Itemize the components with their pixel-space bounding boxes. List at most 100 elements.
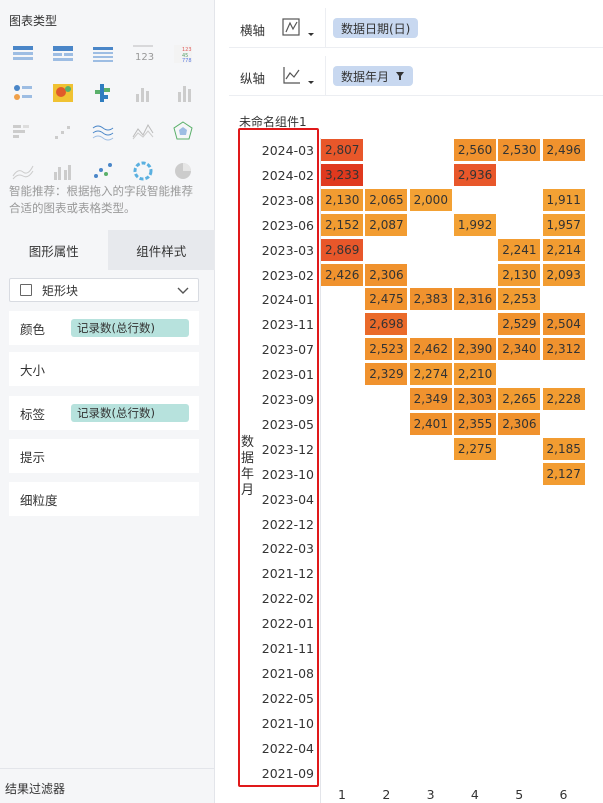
heatmap-cell[interactable]: 2,340 (498, 338, 541, 361)
wave-line-icon[interactable] (90, 119, 116, 145)
heatmap-icon[interactable] (50, 80, 76, 106)
color-field-pill[interactable]: 记录数(总行数) (71, 319, 189, 337)
heatmap-cell[interactable]: 1,957 (542, 213, 585, 236)
heatmap-cell[interactable]: 2,065 (365, 188, 408, 211)
y-axis-field-text: 数据年月 (341, 69, 390, 84)
prop-granularity-label: 细粒度 (20, 492, 58, 508)
heatmap-cell[interactable]: 1,992 (453, 213, 496, 236)
dimension-axis-icon (282, 18, 314, 36)
heatmap-cell[interactable]: 2,214 (542, 238, 585, 261)
heatmap-cell[interactable]: 2,936 (453, 163, 496, 186)
heatmap-cell[interactable]: 2,390 (453, 338, 496, 361)
heatmap-cell[interactable]: 2,316 (453, 288, 496, 311)
prop-label-label: 标签 (20, 406, 46, 422)
heatmap-cell[interactable]: 2,228 (542, 388, 585, 410)
ring-icon[interactable] (130, 158, 156, 184)
heatmap-cell[interactable]: 2,275 (453, 437, 496, 460)
heatmap-cell[interactable]: 2,093 (542, 263, 585, 286)
tab-graph-properties[interactable]: 图形属性 (0, 230, 108, 270)
heatmap-cell[interactable]: 2,462 (409, 338, 452, 361)
multi-series-bar-icon[interactable] (90, 80, 116, 106)
heatmap-cell[interactable]: 2,401 (409, 412, 452, 435)
area-line-icon[interactable] (130, 119, 156, 145)
filter-icon (396, 72, 405, 80)
heatmap-cell[interactable]: 3,233 (321, 163, 363, 186)
shape-type-select[interactable]: 矩形块 (9, 278, 199, 302)
x-axis-type-button[interactable] (281, 16, 319, 40)
line-area-icon[interactable] (10, 158, 36, 184)
heatmap-cell[interactable]: 2,274 (409, 363, 452, 386)
heatmap-cell[interactable]: 2,306 (498, 412, 541, 435)
column-label: 2 (382, 787, 391, 802)
heatmap-cell[interactable]: 2,210 (453, 363, 496, 386)
prop-color[interactable]: 颜色 记录数(总行数) (9, 311, 199, 345)
heatmap-cell[interactable]: 2,329 (365, 363, 408, 386)
heatmap-cell[interactable]: 2,560 (453, 139, 496, 161)
heatmap-cell[interactable]: 2,698 (365, 313, 408, 336)
prop-granularity[interactable]: 细粒度 (9, 482, 199, 516)
heatmap-cell[interactable]: 2,241 (498, 238, 541, 261)
prop-tooltip-label: 提示 (20, 449, 46, 465)
cross-table-icon[interactable] (50, 41, 76, 67)
heatmap-cell[interactable]: 1,911 (542, 188, 585, 211)
bubble-icon[interactable] (90, 158, 116, 184)
heatmap-cell[interactable]: 2,130 (321, 188, 363, 211)
radar-icon[interactable] (170, 119, 196, 145)
column-label: 1 (338, 787, 346, 802)
color-table-icon[interactable]: 123 45 778 (170, 41, 196, 67)
chart-type-title: 图表类型 (9, 14, 58, 28)
pie-icon[interactable] (170, 158, 196, 184)
heatmap-cell[interactable]: 2,349 (409, 388, 452, 410)
scatter-step-icon[interactable] (50, 119, 76, 145)
grouped-column-icon[interactable] (50, 158, 76, 184)
tab-widget-style[interactable]: 组件样式 (107, 230, 215, 270)
smart-recommend-hint: 智能推荐：根据拖入的字段智能推荐合适的图表或表格类型。 (9, 184, 193, 215)
heatmap-cell[interactable]: 2,529 (498, 313, 541, 336)
stacked-bar-icon[interactable] (10, 119, 36, 145)
line-axis-icon (283, 67, 314, 84)
heatmap-cell[interactable]: 2,185 (542, 437, 585, 460)
svg-text:778: 778 (182, 58, 192, 64)
bar-chart-icon[interactable] (130, 80, 156, 106)
heatmap-cell[interactable]: 2,504 (542, 313, 585, 336)
heatmap-cell[interactable]: 2,303 (453, 388, 496, 410)
y-axis-type-button[interactable] (281, 64, 319, 88)
prop-label[interactable]: 标签 记录数(总行数) (9, 396, 199, 430)
point-map-icon[interactable] (10, 80, 36, 106)
left-panel: 图表类型 123 123 45 778 智能推荐：根据拖入的字段智能推荐合适的图表或表… (0, 0, 215, 803)
heatmap-cell[interactable]: 2,000 (409, 188, 452, 211)
heatmap-cell[interactable]: 2,152 (321, 213, 363, 236)
prop-size[interactable]: 大小 (9, 352, 199, 386)
label-field-pill[interactable]: 记录数(总行数) (71, 404, 189, 422)
column-label: 4 (470, 787, 479, 802)
result-filter-title[interactable]: 结果过滤器 (5, 780, 65, 797)
heatmap-cell[interactable]: 2,087 (365, 213, 408, 236)
heatmap-cell[interactable]: 2,530 (498, 139, 541, 161)
table-icon[interactable] (10, 41, 36, 67)
prop-tooltip[interactable]: 提示 (9, 439, 199, 473)
heatmap-cell[interactable]: 2,253 (498, 288, 541, 311)
heatmap-cell[interactable]: 2,496 (542, 139, 585, 161)
heatmap-cell[interactable]: 2,869 (321, 238, 363, 261)
x-axis-field-pill[interactable]: 数据日期(日) (333, 18, 419, 38)
heatmap-cell[interactable]: 2,523 (365, 338, 408, 361)
highlight-frame (238, 128, 319, 787)
heatmap-cell[interactable]: 2,807 (321, 139, 363, 161)
prop-size-label: 大小 (20, 362, 46, 378)
heatmap-cell[interactable]: 2,265 (498, 388, 541, 410)
heatmap-cell[interactable]: 2,127 (542, 462, 585, 485)
heatmap-cell[interactable]: 2,426 (321, 263, 363, 286)
column-chart-icon[interactable] (170, 80, 196, 106)
heatmap-cell[interactable]: 2,475 (365, 288, 408, 311)
heatmap-cell[interactable]: 2,306 (365, 263, 408, 286)
svg-text:123: 123 (135, 52, 154, 63)
heatmap-cell[interactable]: 2,130 (498, 263, 541, 286)
heatmap-cell[interactable]: 2,312 (542, 338, 585, 361)
heatmap-cell[interactable]: 2,355 (453, 412, 496, 435)
detail-table-icon[interactable] (90, 41, 116, 67)
x-axis-bar: 横轴 数据日期(日) (229, 8, 603, 48)
heatmap-cell[interactable]: 2,383 (409, 288, 452, 311)
divider (325, 8, 326, 48)
y-axis-field-pill[interactable]: 数据年月 (333, 66, 414, 86)
kpi-number-icon[interactable]: 123 (130, 41, 156, 67)
